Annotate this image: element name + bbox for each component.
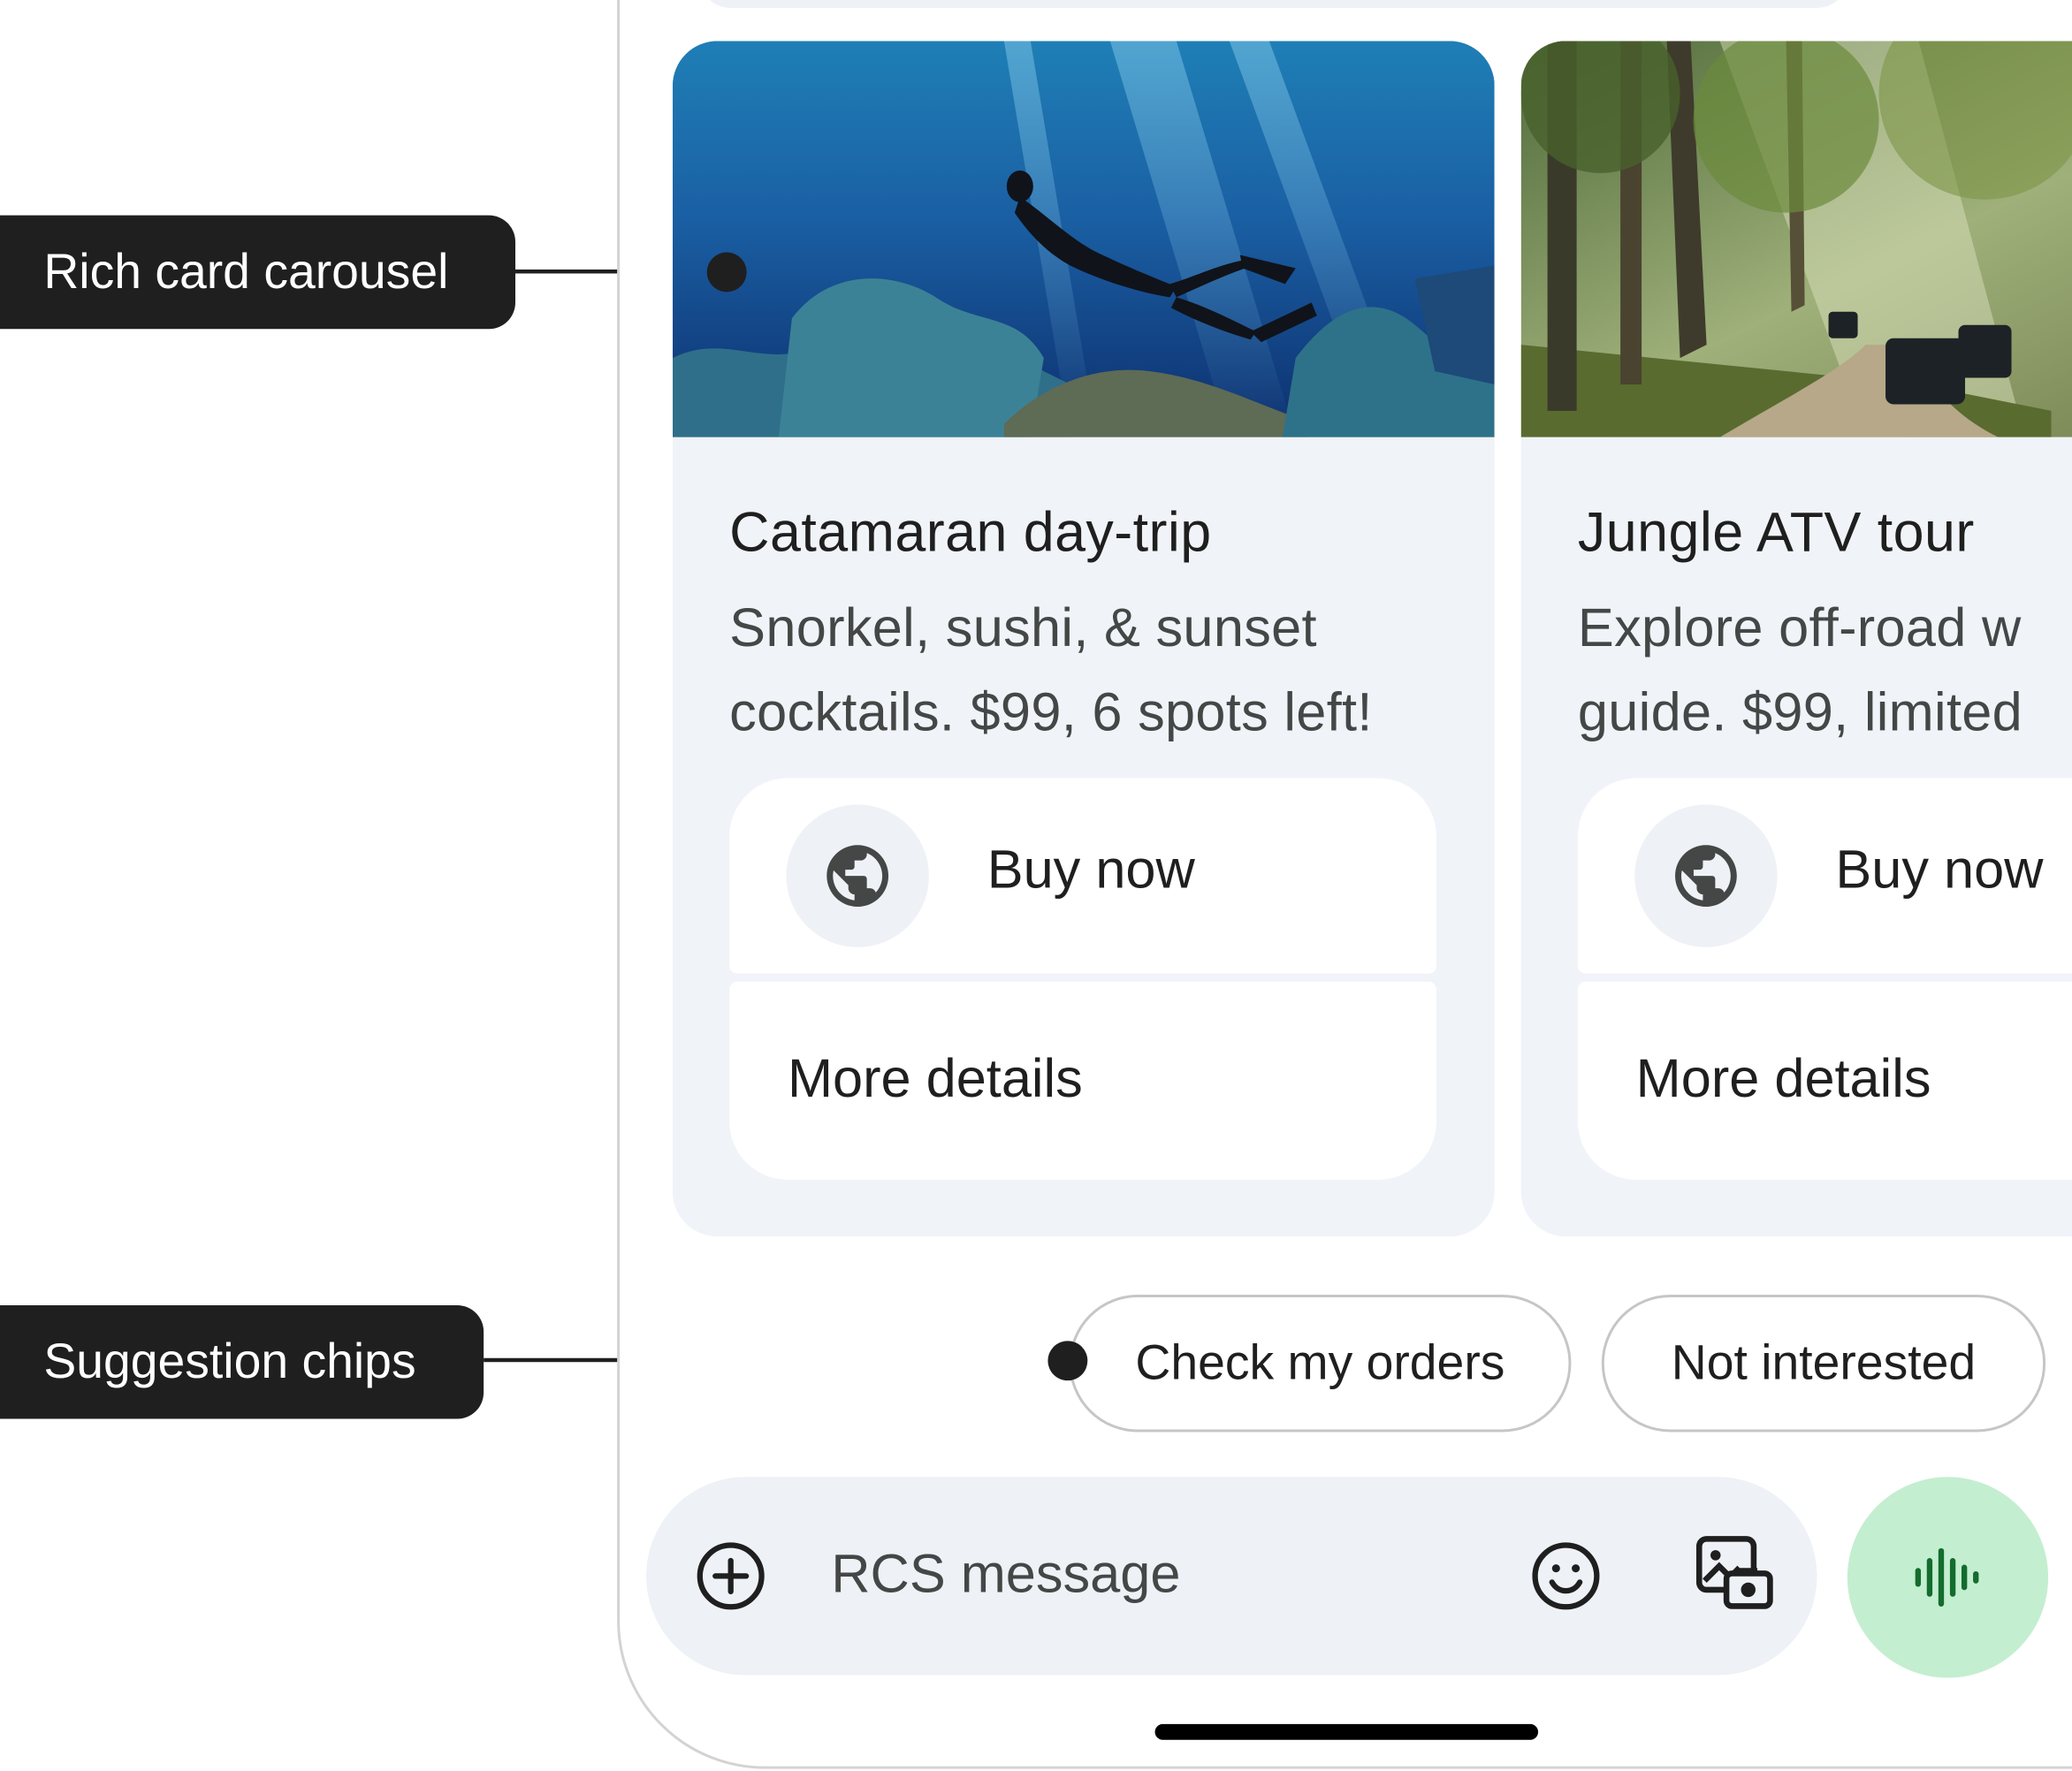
- callout-rich-card-carousel: Rich card carousel: [0, 215, 516, 330]
- home-indicator[interactable]: [1154, 1723, 1539, 1740]
- card-image-jungle[interactable]: [1520, 41, 2072, 437]
- card-title: Catamaran day-trip: [729, 500, 1212, 563]
- rich-card[interactable]: Catamaran day-trip Snorkel, sushi, & sun…: [672, 41, 1495, 1237]
- callout-dot: [1047, 1341, 1088, 1381]
- buy-now-button[interactable]: Buy now: [1577, 778, 2072, 974]
- message-input[interactable]: RCS message: [831, 1543, 1180, 1605]
- card-description: Snorkel, sushi, & sunset cocktails. $99,…: [729, 597, 1373, 743]
- callout-suggestion-chips: Suggestion chips: [0, 1304, 484, 1419]
- more-details-button[interactable]: More details: [729, 981, 1436, 1180]
- buy-now-label: Buy now: [1835, 839, 2044, 901]
- globe-icon: [1634, 804, 1778, 947]
- more-details-label: More details: [1635, 1047, 1931, 1109]
- compose-bar[interactable]: RCS message: [646, 1477, 1817, 1676]
- phone-frame: Catamaran day-trip Snorkel, sushi, & sun…: [617, 0, 2072, 1769]
- voice-icon: [1915, 1547, 1979, 1607]
- globe-icon: [786, 804, 929, 947]
- buy-now-button[interactable]: Buy now: [729, 778, 1436, 974]
- gallery-icon[interactable]: [1690, 1530, 1778, 1617]
- more-details-button[interactable]: More details: [1577, 981, 2072, 1180]
- emoji-icon[interactable]: [1529, 1539, 1604, 1614]
- suggestion-chip-check-orders[interactable]: Check my orders: [1069, 1295, 1572, 1433]
- card-title: Jungle ATV tour: [1577, 500, 1975, 563]
- suggestion-chip-not-interested[interactable]: Not interested: [1601, 1295, 2046, 1433]
- screen: Rich card carousel Suggestion chips Cata…: [0, 0, 2072, 1771]
- add-icon[interactable]: [694, 1539, 768, 1614]
- rich-card[interactable]: Jungle ATV tour Explore off-road w guide…: [1520, 41, 2072, 1237]
- voice-message-button[interactable]: [1847, 1477, 2049, 1678]
- more-details-label: More details: [787, 1047, 1083, 1109]
- card-description: Explore off-road w guide. $99, limited: [1577, 597, 2023, 743]
- card-image-snorkeler[interactable]: [672, 41, 1495, 437]
- buy-now-label: Buy now: [986, 839, 1195, 901]
- callout-dot: [706, 252, 747, 293]
